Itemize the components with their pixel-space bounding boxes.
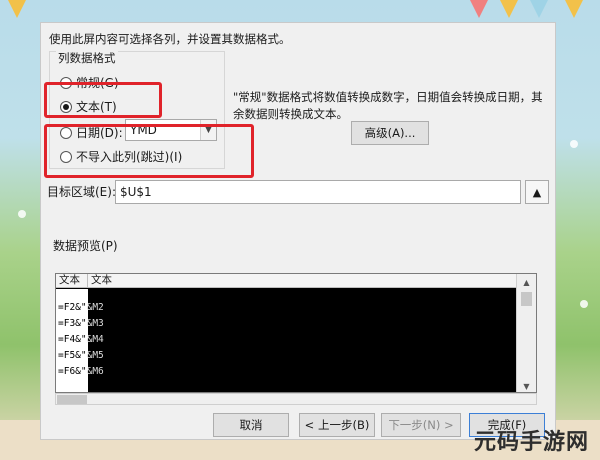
preview-header-cell: 文本 [56, 274, 88, 288]
radio-label: 文本(T) [76, 100, 117, 114]
radio-circle-selected [60, 100, 72, 113]
bunting-flag [565, 0, 583, 18]
preview-label: 数据预览(P) [53, 239, 118, 253]
preview-row: =F5&"&M5 [58, 350, 104, 361]
preview-cell: &M6 [86, 366, 104, 377]
preview-cell: =F5&" [58, 350, 87, 361]
preview-header: 文本 文本 [56, 274, 518, 288]
radio-skip-column[interactable]: 不导入此列(跳过)(I) [60, 148, 182, 165]
preview-horizontal-scrollbar[interactable] [55, 393, 537, 405]
radio-date[interactable]: 日期(D): [60, 124, 123, 141]
decor-dot [570, 140, 578, 148]
radio-label: 日期(D): [76, 126, 123, 140]
preview-cell: =F3&" [58, 318, 87, 329]
format-description: "常规"数据格式将数值转换成数字，日期值会转换成日期，其余数据则转换成文本。 [233, 90, 543, 121]
preview-row: =F4&"&M4 [58, 334, 104, 345]
target-area-input[interactable]: $U$1 [115, 180, 521, 204]
date-format-select[interactable]: YMD ▼ [125, 119, 217, 141]
preview-vertical-scrollbar[interactable]: ▲ ▼ [516, 274, 536, 392]
preview-cell: =F4&" [58, 334, 87, 345]
collapse-dialog-icon[interactable]: ▲ [525, 180, 549, 204]
preview-header-cell: 文本 [91, 274, 112, 286]
preview-row: =F3&"&M3 [58, 318, 104, 329]
radio-circle [60, 150, 72, 163]
chevron-down-icon[interactable]: ▼ [200, 120, 216, 140]
bunting-flag [470, 0, 488, 18]
target-area-label: 目标区域(E): [47, 185, 116, 199]
decor-dot [580, 300, 588, 308]
cancel-button[interactable]: 取消 [213, 413, 289, 437]
preview-cell: &M4 [86, 334, 104, 345]
scroll-up-icon[interactable]: ▲ [517, 274, 536, 290]
preview-cell: =F6&" [58, 366, 87, 377]
preview-cell: &M5 [86, 350, 104, 361]
radio-circle [60, 76, 72, 89]
scroll-down-icon[interactable]: ▼ [517, 378, 536, 392]
advanced-button[interactable]: 高级(A)... [351, 121, 429, 145]
preview-cell: &M2 [86, 302, 104, 313]
preview-cell: =F2&" [58, 302, 87, 313]
column-format-group: 列数据格式 常规(G) 文本(T) 日期(D): 不导入此列(跳过)(I) [49, 50, 225, 169]
group-title: 列数据格式 [56, 50, 118, 66]
radio-label: 常规(G) [76, 76, 119, 90]
preview-row: =F6&"&M6 [58, 366, 104, 377]
radio-label: 不导入此列(跳过)(I) [76, 150, 183, 164]
decor-dot [18, 210, 26, 218]
data-preview: 文本 文本 =F2&"&M2 =F3&"&M3 =F4&"&M4 =F5&"&M… [55, 273, 537, 393]
watermark-logo: 元码手游网 [474, 430, 590, 455]
preview-cell: &M3 [86, 318, 104, 329]
back-button[interactable]: < 上一步(B) [299, 413, 375, 437]
date-format-value: YMD [130, 123, 157, 137]
bunting-flag [530, 0, 548, 18]
scroll-thumb[interactable] [521, 292, 532, 306]
preview-row: =F2&"&M2 [58, 302, 104, 313]
bunting-flag [8, 0, 26, 18]
radio-circle [60, 126, 72, 139]
next-button[interactable]: 下一步(N) > [381, 413, 461, 437]
instruction-text: 使用此屏内容可选择各列，并设置其数据格式。 [49, 32, 291, 46]
bunting-flag [500, 0, 518, 18]
text-import-dialog: 使用此屏内容可选择各列，并设置其数据格式。 列数据格式 常规(G) 文本(T) … [40, 22, 556, 440]
radio-general[interactable]: 常规(G) [60, 74, 119, 91]
radio-text[interactable]: 文本(T) [60, 98, 117, 115]
scroll-thumb[interactable] [57, 395, 87, 404]
